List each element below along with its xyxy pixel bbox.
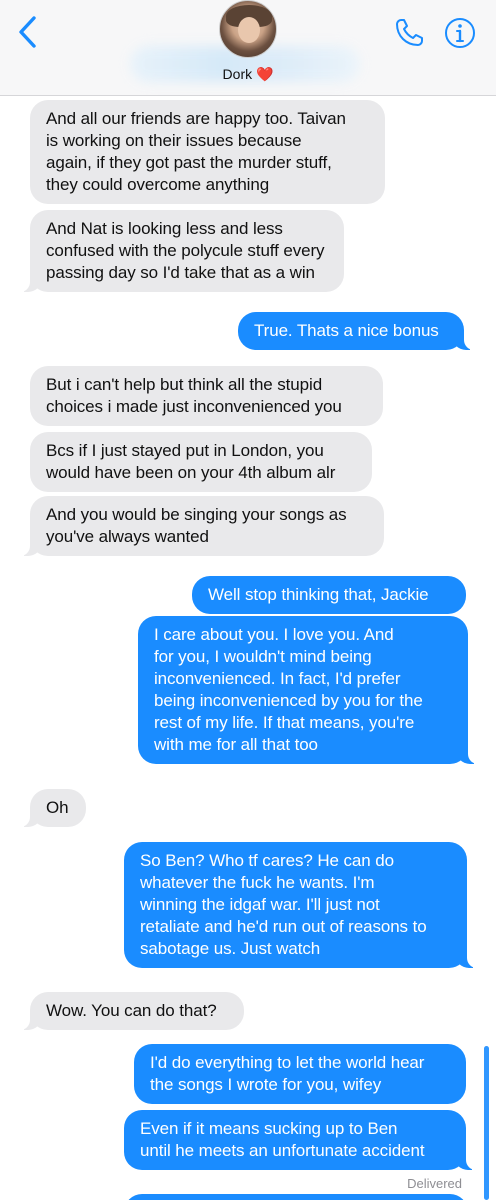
scrollbar-thumb[interactable]	[484, 1046, 489, 1200]
message-thread[interactable]: And all our friends are happy too. Taiva…	[0, 96, 496, 1200]
outgoing-message-bubble[interactable]: True. Thats a nice bonus	[238, 312, 474, 350]
outgoing-message-bubble[interactable]: Even if it means sucking up to Ben until…	[124, 1110, 476, 1170]
contact-name-text: Dork	[222, 66, 253, 82]
incoming-message-bubble[interactable]: Bcs if I just stayed put in London, you …	[30, 432, 372, 492]
phone-icon	[396, 19, 423, 46]
incoming-message-bubble[interactable]: Wow. You can do that?	[20, 992, 244, 1030]
outgoing-message-bubble[interactable]: Well stop thinking that, Jackie	[192, 576, 466, 614]
conversation-header: Dork ❤️	[0, 0, 496, 96]
info-button[interactable]	[443, 16, 477, 50]
incoming-message-bubble[interactable]: And Nat is looking less and less confuse…	[20, 210, 344, 292]
heart-icon: ❤️	[256, 66, 274, 82]
incoming-message-bubble[interactable]: Oh	[20, 789, 86, 827]
incoming-message-bubble[interactable]: And you would be singing your songs as y…	[20, 496, 384, 556]
outgoing-message-bubble[interactable]: I care about you. I love you. And for yo…	[138, 616, 478, 764]
info-icon	[445, 18, 475, 48]
incoming-message-bubble[interactable]: And all our friends are happy too. Taiva…	[30, 100, 385, 204]
outgoing-message-bubble-partial[interactable]	[124, 1194, 468, 1200]
back-button[interactable]	[14, 14, 44, 50]
outgoing-message-bubble[interactable]: So Ben? Who tf cares? He can do whatever…	[124, 842, 477, 968]
outgoing-message-bubble[interactable]: I'd do everything to let the world hear …	[134, 1044, 466, 1104]
delivered-status: Delivered	[407, 1176, 462, 1191]
call-button[interactable]	[392, 16, 426, 50]
contact-avatar[interactable]	[219, 0, 277, 58]
chevron-left-icon	[19, 16, 36, 48]
contact-name[interactable]: Dork ❤️	[0, 66, 496, 83]
incoming-message-bubble[interactable]: But i can't help but think all the stupi…	[30, 366, 383, 426]
